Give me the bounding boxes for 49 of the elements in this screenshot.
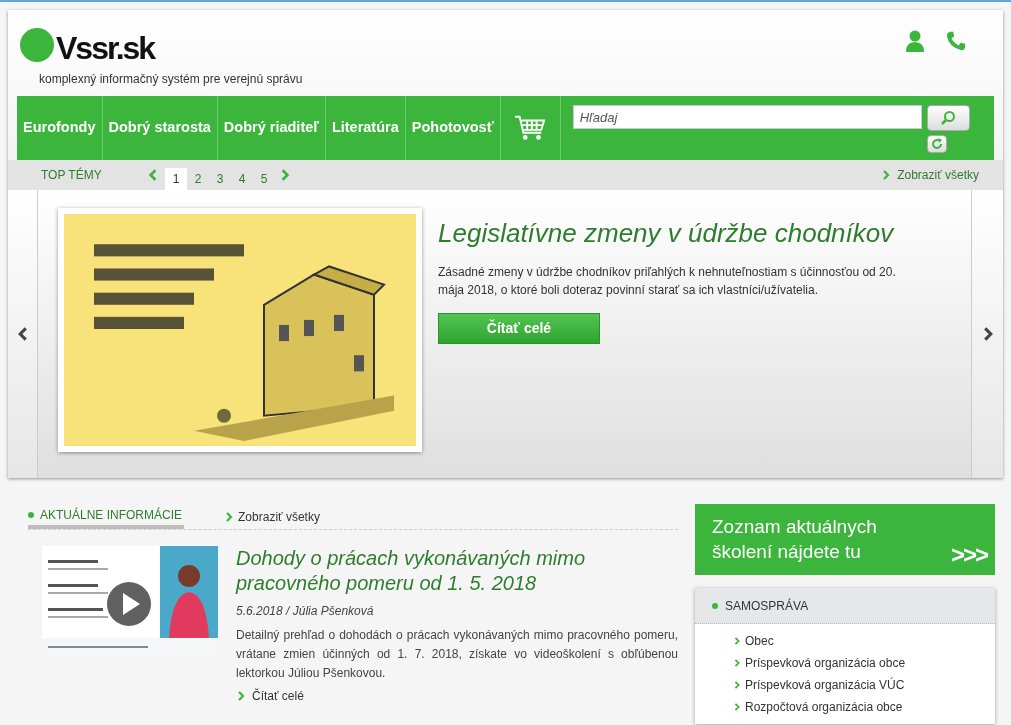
read-more-button[interactable]: Čítať celé [438,313,600,344]
next-slide-button[interactable] [971,190,1003,478]
logo-mark-icon [20,28,54,62]
show-all-link[interactable]: Zobraziť všetky [881,166,979,184]
section-title: TOP TÉMY [41,166,103,184]
read-more-link[interactable]: Čítať celé [236,687,678,705]
arrows: >>> [950,540,987,570]
chevron-icon [733,681,741,689]
page-tab[interactable]: 3 [209,168,231,190]
category-link[interactable]: Obec [733,632,995,650]
user-icon[interactable] [905,30,925,52]
tagline: komplexný informačný systém pre verejnú správu [39,71,303,88]
previous-slide-button[interactable] [8,190,38,478]
search-icon [940,110,957,126]
bullet-icon [712,602,718,609]
refresh-button[interactable] [926,135,947,153]
logo[interactable]: Vssr.sk [56,32,155,64]
bullet-icon [28,511,34,518]
chevron-icon [733,703,741,711]
page-tab[interactable]: 4 [231,168,253,190]
article-meta: 5.6.2018 / Júlia Pšenková [236,603,375,620]
refresh-icon [930,138,943,150]
next-icon [279,169,291,181]
show-all-link[interactable]: Zobraziť všetky [224,507,320,526]
training-banner[interactable]: Zoznam aktuálnych školení nájdete tu >>> [695,504,995,575]
search-button[interactable] [926,105,970,131]
search-field[interactable]: Hľadaj [572,105,922,129]
panel-title: SAMOSPRÁVA [725,597,809,615]
page-tab[interactable]: 2 [187,168,209,190]
section-title: AKTUÁLNE INFORMÁCIE [40,506,184,524]
page-tab[interactable]: 1 [165,168,187,190]
cart-icon [514,114,547,142]
chevron-icon [224,511,235,522]
slide-text: Zásadné zmeny v údržbe chodníkov priľahlých k nehnuteľnostiam s účinnosťou od 20. mája 2018, o ktoré boli doteraz povinní starať sa ich vlastníci/užívatelia. [438,264,897,299]
category-link[interactable]: Príspevková organizácia VÚC [733,676,995,694]
phone-icon[interactable] [945,30,967,52]
page-tab[interactable]: 5 [253,168,275,190]
chevron-icon [881,170,892,180]
slide-title[interactable]: Legislatívne zmeny v údržbe chodníkov [438,214,902,253]
chevron-icon [733,637,741,645]
banner-text: Zoznam aktuálnych školení nájdete tu [712,515,878,564]
article-text: Detailný prehľad o dohodách o prácach vykonávaných mimo pracovného pomeru, vrátane zmien účinných od 1. 7. 2018, získate vo videoškolení s obľúbenou lektorkou Júliou Pšenkovou. [236,627,678,682]
chevron-icon [236,691,246,701]
previous-icon [147,169,159,181]
chevron-icon [733,659,741,667]
article-title[interactable]: Dohody o prácach vykonávaných mimo pracovného pomeru od 1. 5. 2018 [236,546,678,596]
category-link[interactable]: Príspevková organizácia obce [733,654,995,672]
category-link[interactable]: Rozpočtová organizácia obce [733,698,995,716]
play-icon[interactable] [107,582,151,626]
